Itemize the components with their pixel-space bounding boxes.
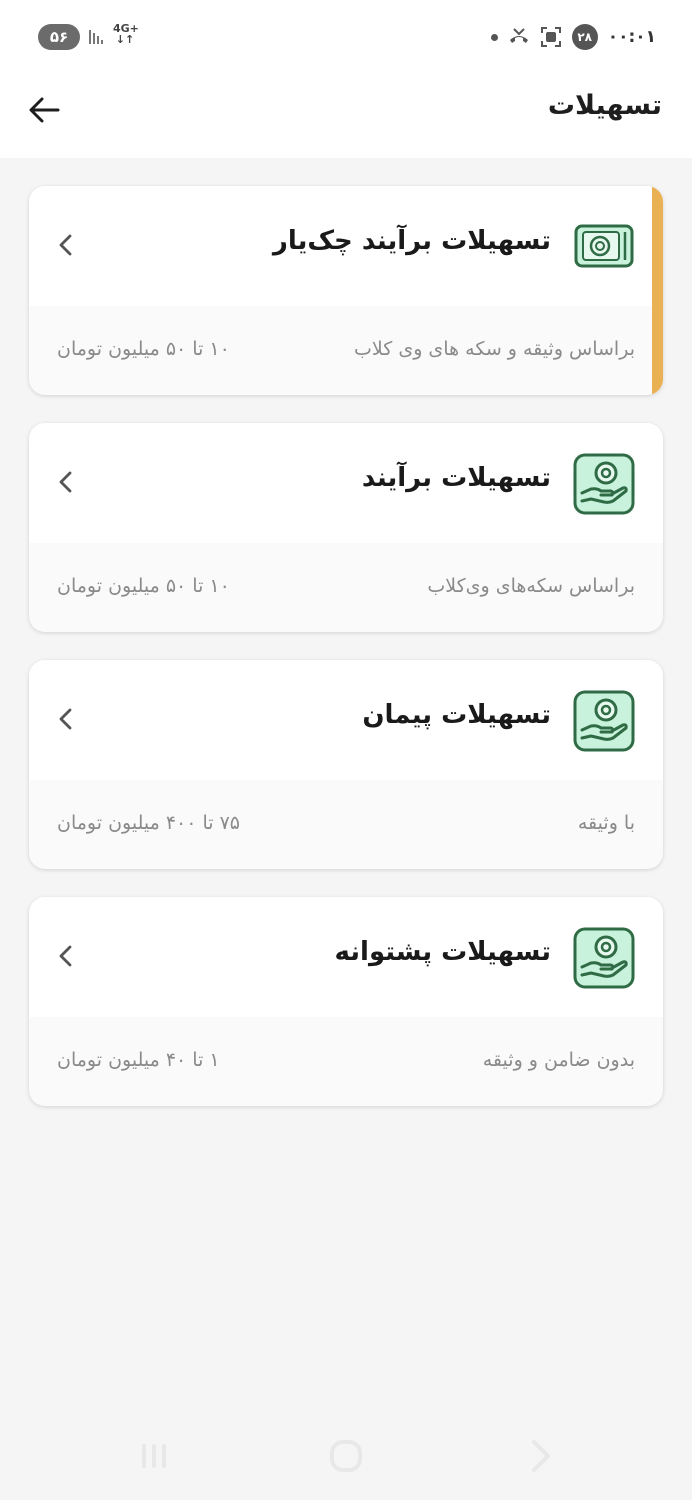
- status-bar: ۵۶ 4G+ ↓↑ ۲۸ ۰۰:۰۱: [0, 0, 692, 72]
- missed-call-icon: [509, 28, 528, 43]
- chevron-left-icon: [59, 234, 72, 256]
- home-icon[interactable]: [326, 1436, 366, 1476]
- dot-icon: [490, 33, 498, 41]
- data-arrows-icon: ↓↑: [115, 33, 135, 46]
- hand-coin-icon: [573, 927, 635, 989]
- card-amount-range: ۱۰ تا ۵۰ میلیون تومان: [57, 575, 230, 597]
- notification-badge: ۲۸: [571, 24, 598, 50]
- page-title: تسهیلات: [547, 90, 662, 121]
- clock: ۰۰:۰۱: [607, 27, 656, 47]
- app-header: تسهیلات: [0, 72, 692, 158]
- card-amount-range: ۷۵ تا ۴۰۰ میلیون تومان: [57, 812, 241, 834]
- facility-card-poshtvaneh[interactable]: تسهیلات پشتوانه بدون ضامن و وثیقه ۱ تا ۴…: [29, 897, 663, 1106]
- facility-card-peyman[interactable]: تسهیلات پیمان با وثیقه ۷۵ تا ۴۰۰ میلیون …: [29, 660, 663, 869]
- system-nav-bar: [0, 1414, 692, 1500]
- card-header: [29, 660, 663, 780]
- card-title: تسهیلات برآیند: [361, 463, 551, 493]
- chevron-left-icon: [59, 708, 72, 730]
- facility-card-barayand[interactable]: تسهیلات برآیند براساس سکه‌های وی‌کلاب ۱۰…: [29, 423, 663, 632]
- card-amount-range: ۱۰ تا ۵۰ میلیون تومان: [57, 338, 230, 360]
- card-title: تسهیلات پشتوانه: [334, 937, 552, 967]
- back-nav-icon[interactable]: [520, 1436, 560, 1476]
- card-description: بدون ضامن و وثیقه: [482, 1049, 635, 1071]
- card-header: [29, 423, 663, 543]
- recent-apps-icon[interactable]: [134, 1436, 174, 1476]
- cheque-icon: [574, 224, 634, 268]
- screenshot-icon: [540, 27, 561, 47]
- arrow-left-icon[interactable]: [24, 90, 64, 130]
- card-title: تسهیلات برآیند چک‌یار: [272, 226, 551, 256]
- card-title: تسهیلات پیمان: [362, 700, 551, 730]
- card-amount-range: ۱ تا ۴۰ میلیون تومان: [57, 1049, 220, 1071]
- facility-list: تسهیلات برآیند چک‌یار براساس وثیقه و سکه…: [29, 186, 663, 1134]
- chevron-left-icon: [59, 471, 72, 493]
- signal-icon: [89, 30, 103, 44]
- hand-coin-icon: [573, 690, 635, 752]
- status-right: ۲۸ ۰۰:۰۱: [490, 22, 656, 52]
- card-description: براساس سکه‌های وی‌کلاب: [427, 575, 635, 597]
- card-description: براساس وثیقه و سکه های وی کلاب: [354, 338, 635, 360]
- network-type: 4G+ ↓↑: [113, 23, 139, 46]
- hand-coin-icon: [573, 453, 635, 515]
- chevron-left-icon: [59, 945, 72, 967]
- battery-indicator: ۵۶: [38, 24, 80, 50]
- card-description: با وثیقه: [577, 812, 635, 834]
- facility-card-chekyar[interactable]: تسهیلات برآیند چک‌یار براساس وثیقه و سکه…: [29, 186, 663, 395]
